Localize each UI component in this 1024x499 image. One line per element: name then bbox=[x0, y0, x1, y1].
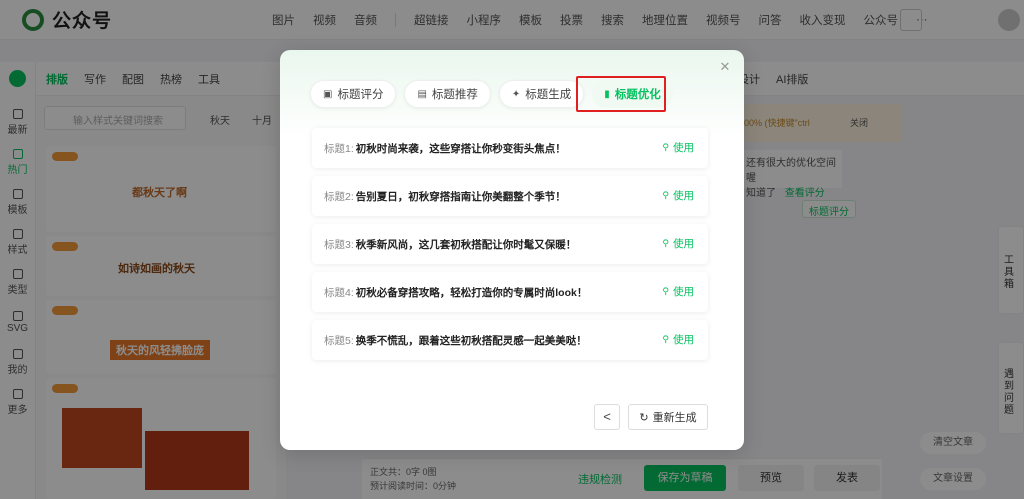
tab-label: 标题推荐 bbox=[431, 89, 478, 101]
pin-icon: ⚲ bbox=[662, 286, 669, 296]
use-label: 使用 bbox=[673, 238, 694, 250]
list-item: 标题4: 初秋必备穿搭攻略，轻松打造你的专属时尚look！ ⚲ 使用 bbox=[312, 272, 708, 312]
list-item: 标题5: 换季不慌乱，跟着这些初秋搭配灵感一起美美哒！ ⚲ 使用 bbox=[312, 320, 708, 360]
use-label: 使用 bbox=[673, 286, 694, 298]
use-button[interactable]: ⚲ 使用 bbox=[662, 236, 694, 251]
use-label: 使用 bbox=[673, 190, 694, 202]
pin-icon: ⚲ bbox=[662, 190, 669, 200]
refresh-icon: ↻ bbox=[639, 411, 649, 424]
title-text: 告别夏日，初秋穿搭指南让你美翻整个季节！ bbox=[355, 190, 566, 203]
tab-label: 标题评分 bbox=[337, 89, 384, 101]
prev-button[interactable]: < bbox=[594, 404, 620, 430]
title-text: 初秋时尚来袭，这些穿搭让你秒变街头焦点！ bbox=[355, 142, 566, 155]
title-text: 换季不慌乱，跟着这些初秋搭配灵感一起美美哒！ bbox=[355, 334, 587, 347]
regenerate-label: 重新生成 bbox=[652, 412, 697, 424]
list-item: 标题2: 告别夏日，初秋穿搭指南让你美翻整个季节！ ⚲ 使用 bbox=[312, 176, 708, 216]
score-icon: ▣ bbox=[323, 88, 333, 100]
list-item: 标题1: 初秋时尚来袭，这些穿搭让你秒变街头焦点！ ⚲ 使用 bbox=[312, 128, 708, 168]
title-index: 标题2: bbox=[324, 190, 354, 203]
use-button[interactable]: ⚲ 使用 bbox=[662, 332, 694, 347]
list-item: 标题3: 秋季新风尚，这几套初秋搭配让你时髦又保暖！ ⚲ 使用 bbox=[312, 224, 708, 264]
chevron-left-icon: < bbox=[603, 409, 611, 424]
use-button[interactable]: ⚲ 使用 bbox=[662, 140, 694, 155]
tab-title-generate[interactable]: ✦ 标题生成 bbox=[498, 80, 585, 108]
use-button[interactable]: ⚲ 使用 bbox=[662, 284, 694, 299]
thumb-icon: ▤ bbox=[417, 88, 427, 100]
title-assistant-dialog: ✕ ▣ 标题评分 ▤ 标题推荐 ✦ 标题生成 ▮ 标题优化 标题1: 初秋时尚来… bbox=[280, 50, 744, 450]
title-text: 初秋必备穿搭攻略，轻松打造你的专属时尚look！ bbox=[355, 286, 588, 299]
title-index: 标题4: bbox=[324, 286, 354, 299]
use-button[interactable]: ⚲ 使用 bbox=[662, 188, 694, 203]
title-list: 标题1: 初秋时尚来袭，这些穿搭让你秒变街头焦点！ ⚲ 使用 标题2: 告别夏日，… bbox=[312, 128, 708, 368]
title-index: 标题5: bbox=[324, 334, 354, 347]
use-label: 使用 bbox=[673, 142, 694, 154]
pin-icon: ⚲ bbox=[662, 238, 669, 248]
regenerate-button[interactable]: ↻ 重新生成 bbox=[628, 404, 708, 430]
title-index: 标题3: bbox=[324, 238, 354, 251]
tab-title-recommend[interactable]: ▤ 标题推荐 bbox=[404, 80, 491, 108]
title-index: 标题1: bbox=[324, 142, 354, 155]
title-text: 秋季新风尚，这几套初秋搭配让你时髦又保暖！ bbox=[355, 238, 577, 251]
pin-icon: ⚲ bbox=[662, 334, 669, 344]
tab-label: 标题生成 bbox=[525, 89, 572, 101]
use-label: 使用 bbox=[673, 334, 694, 346]
pin-icon: ⚲ bbox=[662, 142, 669, 152]
tab-title-score[interactable]: ▣ 标题评分 bbox=[310, 80, 397, 108]
sparkle-icon: ✦ bbox=[511, 88, 521, 100]
close-icon[interactable]: ✕ bbox=[718, 60, 732, 74]
highlight-box bbox=[576, 76, 666, 112]
